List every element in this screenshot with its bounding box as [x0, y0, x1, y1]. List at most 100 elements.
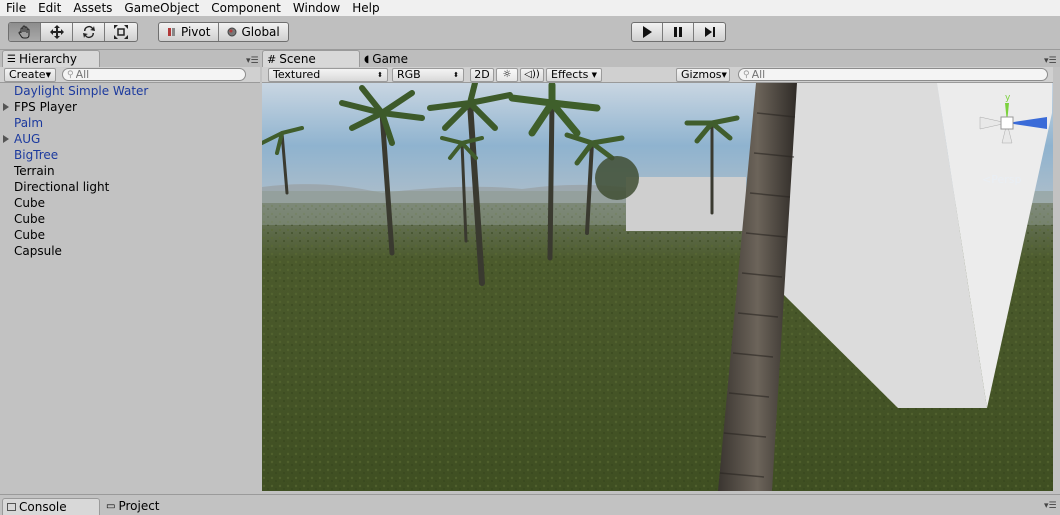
project-tab-label: Project	[118, 499, 160, 513]
hierarchy-item[interactable]: Palm	[0, 115, 260, 131]
console-tab-label: Console	[19, 500, 67, 514]
scale-icon	[114, 25, 128, 39]
hierarchy-subbar: Create ▼ ⚲	[0, 67, 260, 83]
scene-search[interactable]: ⚲	[738, 68, 1048, 81]
pause-icon	[674, 27, 682, 37]
hierarchy-item-label: Daylight Simple Water	[14, 84, 149, 98]
pivot-icon	[168, 28, 175, 36]
scene-toolbar: Textured ⬍ RGB ⬍ 2D ☼ ◁)) Effects ▼ Gizm…	[262, 67, 1053, 83]
grid-icon: #	[267, 52, 277, 66]
playback-controls	[631, 22, 726, 42]
cube-far	[626, 177, 746, 231]
scene-tab-label: Scene	[279, 52, 316, 66]
tab-scene[interactable]: # Scene	[262, 50, 360, 67]
global-button[interactable]: Global	[219, 23, 287, 41]
render-mode-dropdown[interactable]: Textured ⬍	[268, 67, 388, 82]
pause-button[interactable]	[663, 23, 694, 41]
globe-icon	[227, 27, 237, 37]
updown-arrow-icon: ⬍	[453, 70, 459, 79]
menu-bar: File Edit Assets GameObject Component Wi…	[0, 0, 1060, 16]
tab-project[interactable]: ▭ Project	[102, 498, 170, 514]
scene-viewport[interactable]: y z <Persp	[262, 83, 1053, 491]
hierarchy-list: Daylight Simple Water FPS Player Palm AUG Bi…	[0, 83, 260, 492]
play-button[interactable]	[632, 23, 663, 41]
hierarchy-item[interactable]: Cube	[0, 195, 260, 211]
scene-orientation-gizmo[interactable]: y z <Persp	[972, 93, 1052, 188]
expand-arrow-icon[interactable]	[3, 103, 9, 111]
rotate-tool-button[interactable]	[73, 23, 105, 41]
hierarchy-item-label: Cube	[14, 228, 45, 242]
hierarchy-item[interactable]: Cube	[0, 227, 260, 243]
global-label: Global	[241, 25, 280, 39]
console-icon	[7, 503, 16, 511]
tab-console[interactable]: Console	[2, 498, 100, 515]
menu-window[interactable]: Window	[287, 1, 346, 15]
scene-panel-menu-icon[interactable]: ▾☰	[1044, 56, 1057, 66]
hierarchy-item-label: Cube	[14, 212, 45, 226]
hierarchy-item[interactable]: Directional light	[0, 179, 260, 195]
effects-dropdown[interactable]: Effects ▼	[546, 67, 602, 82]
audio-toggle[interactable]: ◁))	[520, 67, 544, 82]
menu-assets[interactable]: Assets	[67, 1, 118, 15]
hierarchy-item[interactable]: Cube	[0, 211, 260, 227]
scene-tab-strip: # Scene ◖ Game	[262, 50, 1060, 67]
menu-gameobject[interactable]: GameObject	[118, 1, 205, 15]
menu-help[interactable]: Help	[346, 1, 385, 15]
pacman-icon: ◖	[364, 53, 370, 65]
pivot-button[interactable]: Pivot	[159, 23, 220, 41]
gizmo-y-label: y	[1005, 93, 1011, 103]
mode-2d-label: 2D	[474, 68, 490, 81]
folder-icon: ▭	[106, 500, 116, 512]
scene-search-input[interactable]	[751, 68, 1026, 81]
main-toolbar: Pivot Global	[0, 16, 1060, 50]
tab-hierarchy[interactable]: ☰ Hierarchy	[2, 50, 100, 67]
color-mode-dropdown[interactable]: RGB ⬍	[392, 67, 464, 82]
scale-tool-button[interactable]	[105, 23, 137, 41]
effects-label: Effects	[551, 68, 589, 81]
transform-tools	[8, 22, 138, 42]
pivot-label: Pivot	[181, 25, 211, 39]
hierarchy-panel-menu-icon[interactable]: ▾☰	[246, 56, 259, 66]
hierarchy-item[interactable]: FPS Player	[0, 99, 260, 115]
bottom-panel-menu-icon[interactable]: ▾☰	[1044, 501, 1057, 511]
persp-label[interactable]: <Persp	[982, 173, 1021, 186]
speaker-icon: ◁))	[524, 69, 540, 80]
hand-icon	[17, 25, 29, 39]
hierarchy-item[interactable]: Capsule	[0, 243, 260, 259]
rotate-icon	[82, 26, 95, 39]
axis-gizmo-icon	[979, 103, 1047, 144]
tab-game[interactable]: ◖ Game	[360, 51, 418, 67]
expand-arrow-icon[interactable]	[3, 135, 9, 143]
hierarchy-search-input[interactable]	[75, 68, 236, 81]
play-icon	[643, 26, 652, 38]
game-tab-label: Game	[372, 52, 409, 66]
menu-edit[interactable]: Edit	[32, 1, 67, 15]
render-mode-label: Textured	[273, 68, 321, 81]
color-mode-label: RGB	[397, 68, 421, 81]
hierarchy-item-label: Cube	[14, 196, 45, 210]
big-tree-foliage	[595, 156, 639, 200]
create-dropdown[interactable]: Create ▼	[4, 67, 56, 82]
menu-file[interactable]: File	[0, 1, 32, 15]
hierarchy-item[interactable]: AUG	[0, 131, 260, 147]
dropdown-arrow-icon: ▼	[721, 70, 727, 79]
hierarchy-search[interactable]: ⚲	[62, 68, 246, 81]
hierarchy-item[interactable]: Daylight Simple Water	[0, 83, 260, 99]
lighting-toggle[interactable]: ☼	[496, 67, 518, 82]
hierarchy-item[interactable]: BigTree	[0, 147, 260, 163]
move-tool-button[interactable]	[41, 23, 73, 41]
step-forward-icon	[704, 27, 715, 37]
hierarchy-item[interactable]: Terrain	[0, 163, 260, 179]
step-button[interactable]	[694, 23, 725, 41]
hierarchy-item-label: FPS Player	[14, 100, 77, 114]
updown-arrow-icon: ⬍	[377, 70, 383, 79]
hierarchy-item-label: AUG	[14, 132, 41, 146]
gizmos-dropdown[interactable]: Gizmos ▼	[676, 67, 730, 82]
toggle-2d-button[interactable]: 2D	[470, 67, 494, 82]
hand-tool-button[interactable]	[9, 23, 41, 41]
create-label: Create	[9, 68, 46, 81]
move-arrows-icon	[49, 25, 64, 39]
hierarchy-tab-label: Hierarchy	[18, 52, 77, 66]
search-icon: ⚲	[743, 69, 750, 80]
menu-component[interactable]: Component	[205, 1, 287, 15]
